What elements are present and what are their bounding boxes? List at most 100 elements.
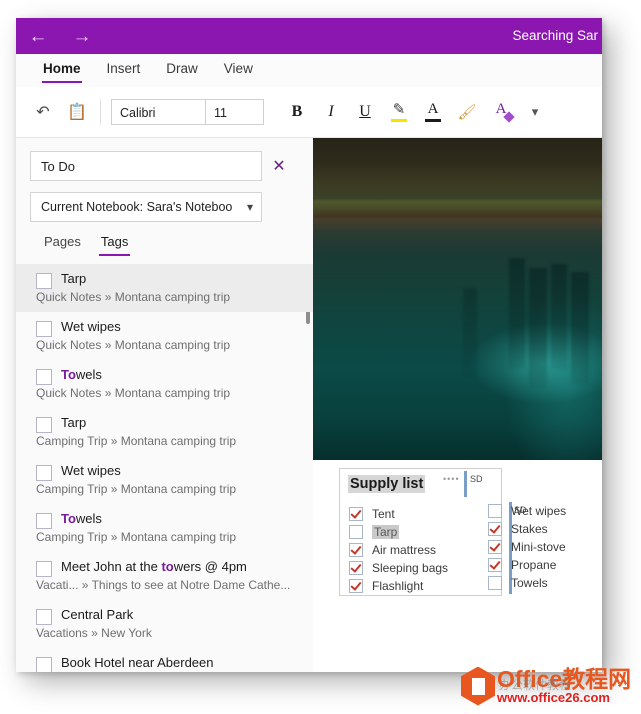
result-path: Camping Trip » Montana camping trip (36, 482, 237, 496)
supply-item-row[interactable]: Stakes (488, 520, 566, 537)
todo-checkbox-icon[interactable] (349, 524, 363, 539)
tab-home[interactable]: Home (30, 54, 94, 87)
result-path: Vacati... » Things to see at Notre Dame … (36, 578, 291, 592)
supply-item-label: Towels (511, 575, 548, 590)
todo-checkbox-icon[interactable] (488, 575, 502, 590)
tab-draw[interactable]: Draw (153, 54, 211, 87)
supply-item-row[interactable]: Tent (349, 505, 448, 522)
font-color-button[interactable]: A (416, 95, 450, 129)
todo-checkbox-icon[interactable] (349, 578, 363, 593)
supply-item-label: Stakes (511, 521, 548, 536)
todo-checkbox-icon[interactable] (36, 273, 52, 289)
supply-item-label: Tarp (372, 524, 400, 539)
result-title-row: Tarp (36, 271, 297, 289)
result-title: Central Park (61, 607, 134, 622)
supply-item-row[interactable]: Air mattress (349, 541, 448, 558)
todo-checkbox-icon[interactable] (36, 321, 52, 337)
result-title: Tarp (61, 271, 87, 286)
tab-view[interactable]: View (211, 54, 266, 87)
search-result-item[interactable]: Meet John at the towers @ 4pm Vacati... »… (16, 552, 313, 600)
search-result-item[interactable]: Tarp Quick Notes » Montana camping trip (16, 264, 313, 312)
tab-pages[interactable]: Pages (34, 230, 91, 259)
result-title-row: Towels (36, 367, 297, 385)
todo-checkbox-icon[interactable] (349, 506, 363, 521)
tab-insert[interactable]: Insert (94, 54, 154, 87)
underline-button[interactable]: U (348, 95, 382, 129)
todo-checkbox-icon[interactable] (349, 560, 363, 575)
supply-list-note[interactable]: Supply list •••• SD Tent Tarp Air mattress… (339, 468, 502, 596)
close-icon[interactable]: ✕ (262, 151, 296, 181)
search-results-list[interactable]: Tarp Quick Notes » Montana camping trip We… (16, 264, 313, 672)
search-result-item[interactable]: Towels Quick Notes » Montana camping trip (16, 360, 313, 408)
search-result-item[interactable]: Wet wipes Camping Trip » Montana camping … (16, 456, 313, 504)
result-title-row: Tarp (36, 415, 297, 433)
todo-checkbox-icon[interactable] (36, 609, 52, 625)
title-bar: ← → Searching Sar (16, 18, 602, 54)
office-logo-icon (461, 666, 495, 706)
todo-checkbox-icon[interactable] (488, 503, 502, 518)
author-marker-bar (464, 471, 467, 497)
content-area: ✕ Current Notebook: Sara's Noteboo ▾ Pag… (16, 138, 602, 672)
search-result-item[interactable]: Central Park Vacations » New York (16, 600, 313, 648)
search-pane: ✕ Current Notebook: Sara's Noteboo ▾ Pag… (16, 138, 314, 672)
todo-checkbox-icon[interactable] (36, 417, 52, 433)
todo-checkbox-icon[interactable] (36, 369, 52, 385)
search-scope-dropdown[interactable]: Current Notebook: Sara's Noteboo ▾ (30, 192, 262, 222)
watermark-ghost-text: 办公软件教程 (499, 678, 572, 692)
supply-item-row[interactable]: Towels (488, 574, 566, 591)
supply-item-label: Wet wipes (511, 503, 567, 518)
todo-checkbox-icon[interactable] (36, 561, 52, 577)
todo-checkbox-icon[interactable] (488, 521, 502, 536)
forest-lake-photo (313, 138, 602, 460)
search-result-item[interactable]: Towels Camping Trip » Montana camping tri… (16, 504, 313, 552)
result-path: Vacations » New York (36, 626, 152, 640)
result-path: Quick Notes » Montana camping trip (36, 338, 231, 352)
search-result-item[interactable]: Book Hotel near Aberdeen (16, 648, 313, 672)
result-title-row: Wet wipes (36, 463, 297, 481)
supply-item-row[interactable]: Mini-stove (488, 538, 566, 555)
format-painter-icon[interactable]: 🖌 (450, 95, 484, 129)
forward-icon[interactable]: → (60, 18, 104, 54)
todo-checkbox-icon[interactable] (36, 465, 52, 481)
todo-checkbox-icon[interactable] (36, 657, 52, 672)
photo-reflection (529, 268, 547, 388)
supply-item-row[interactable]: Flashlight (349, 577, 448, 594)
bold-button[interactable]: B (280, 95, 314, 129)
supply-item-row[interactable]: Sleeping bags (349, 559, 448, 576)
clipboard-paste-icon[interactable]: 📋 (60, 95, 94, 129)
ribbon-tab-bar: Home Insert Draw View (16, 54, 602, 87)
search-input[interactable] (30, 151, 262, 181)
supply-item-row[interactable]: Wet wipes (488, 502, 566, 519)
search-result-item[interactable]: Tarp Camping Trip » Montana camping trip (16, 408, 313, 456)
result-match-highlight: To (61, 511, 76, 526)
highlighter-icon[interactable]: ✎ (382, 95, 416, 129)
supply-item-row[interactable]: Propane (488, 556, 566, 573)
chevron-down-icon[interactable]: ▾ (518, 95, 552, 129)
todo-checkbox-icon[interactable] (349, 542, 363, 557)
tab-tags[interactable]: Tags (91, 230, 138, 259)
result-title-row: Meet John at the towers @ 4pm (36, 559, 297, 577)
supply-right-column: Wet wipes Stakes Mini-stove Propane Towels (488, 502, 566, 592)
todo-checkbox-icon[interactable] (488, 539, 502, 554)
todo-checkbox-icon[interactable] (488, 557, 502, 572)
window-title: Searching Sar (512, 28, 598, 43)
font-name-input[interactable]: Calibri (111, 99, 206, 125)
styles-button[interactable]: A (484, 95, 518, 129)
photo-reflection (551, 264, 567, 369)
back-icon[interactable]: ← (16, 18, 60, 54)
supply-item-label: Mini-stove (511, 539, 566, 554)
photo-reflection (509, 258, 525, 368)
undo-icon[interactable]: ↶ (26, 95, 60, 129)
result-path: Quick Notes » Montana camping trip (36, 386, 231, 400)
search-result-item[interactable]: Wet wipes Quick Notes » Montana camping t… (16, 312, 313, 360)
photo-reflection (571, 272, 589, 384)
todo-checkbox-icon[interactable] (36, 513, 52, 529)
highlight-color-bar (391, 119, 407, 122)
supply-item-row[interactable]: Tarp (349, 523, 448, 540)
italic-button[interactable]: I (314, 95, 348, 129)
note-area: Supply list •••• SD Tent Tarp Air mattress… (313, 460, 602, 672)
supply-item-label: Sleeping bags (372, 560, 449, 575)
result-title: Towels (61, 511, 102, 526)
onenote-window: ← → Searching Sar Home Insert Draw View … (16, 18, 602, 672)
font-size-input[interactable]: 11 (206, 99, 264, 125)
